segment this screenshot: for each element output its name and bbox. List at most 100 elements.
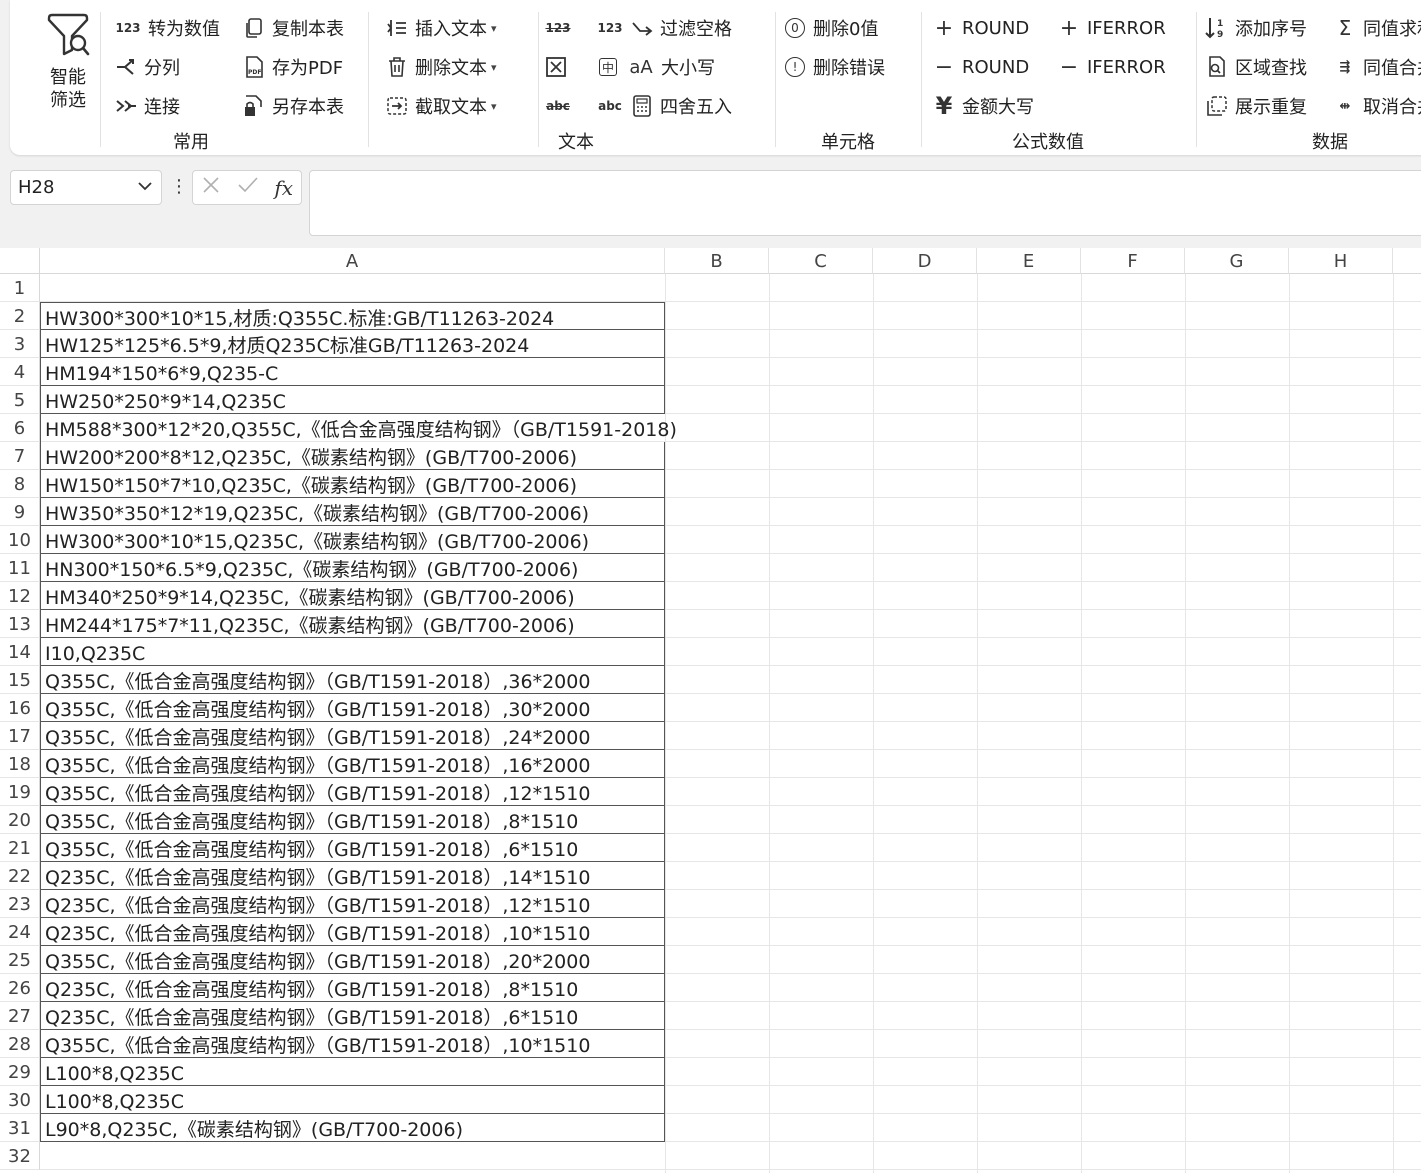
cell-a[interactable]: L90*8,Q235C,《碳素结构钢》(GB/T700-2006) xyxy=(40,1114,665,1142)
cell-a[interactable]: Q235C,《低合金高强度结构钢》（GB/T1591-2018）,6*1510 xyxy=(40,1002,665,1030)
row-header[interactable]: 5 xyxy=(0,386,40,414)
row-header[interactable]: 22 xyxy=(0,862,40,890)
row-header[interactable]: 1 xyxy=(0,274,40,302)
select-all-corner[interactable] xyxy=(0,248,40,274)
case-button[interactable]: 中 aA 大小写 xyxy=(596,53,715,81)
column-header-f[interactable]: F xyxy=(1081,248,1185,274)
cell-a[interactable]: HM194*150*6*9,Q235-C xyxy=(40,358,665,386)
show-duplicates-button[interactable]: 展示重复 xyxy=(1205,92,1307,120)
save-sheet-as-button[interactable]: 另存本表 xyxy=(242,92,344,120)
iferror-remove-button[interactable]: − IFERROR xyxy=(1057,53,1166,81)
cell-a[interactable]: L100*8,Q235C xyxy=(40,1086,665,1114)
extract-text-dropdown[interactable]: 截取文本 ▾ xyxy=(385,92,497,120)
clear-format-button[interactable] xyxy=(544,53,574,81)
spell-strike-button[interactable]: abc xyxy=(544,92,578,120)
column-header-c[interactable]: C xyxy=(769,248,873,274)
cancel-icon[interactable] xyxy=(201,175,221,200)
row-header[interactable]: 14 xyxy=(0,638,40,666)
row-header[interactable]: 13 xyxy=(0,610,40,638)
cell-a[interactable] xyxy=(40,1142,665,1170)
row-header[interactable]: 12 xyxy=(0,582,40,610)
filter-spaces-button[interactable]: 123 过滤空格 xyxy=(596,14,732,42)
row-header[interactable]: 19 xyxy=(0,778,40,806)
row-header[interactable]: 16 xyxy=(0,694,40,722)
cell-a[interactable]: HW350*350*12*19,Q235C,《碳素结构钢》(GB/T700-20… xyxy=(40,498,665,526)
row-header[interactable]: 32 xyxy=(0,1142,40,1170)
row-header[interactable]: 3 xyxy=(0,330,40,358)
column-header-e[interactable]: E xyxy=(977,248,1081,274)
cell-a[interactable]: Q355C,《低合金高强度结构钢》（GB/T1591-2018）,36*2000 xyxy=(40,666,665,694)
row-header[interactable]: 29 xyxy=(0,1058,40,1086)
copy-sheet-button[interactable]: 复制本表 xyxy=(242,14,344,42)
split-column-button[interactable]: 分列 xyxy=(114,53,180,81)
delete-zero-button[interactable]: 0 删除0值 xyxy=(785,14,878,42)
cell-a[interactable]: Q235C,《低合金高强度结构钢》（GB/T1591-2018）,12*1510 xyxy=(40,890,665,918)
row-header[interactable]: 9 xyxy=(0,498,40,526)
cell-a[interactable]: HW125*125*6.5*9,材质Q235C标准GB/T11263-2024 xyxy=(40,330,665,358)
row-header[interactable]: 30 xyxy=(0,1086,40,1114)
amount-uppercase-button[interactable]: ¥ 金额大写 xyxy=(932,92,1034,120)
cell-a[interactable]: HM244*175*7*11,Q235C,《碳素结构钢》(GB/T700-200… xyxy=(40,610,665,638)
row-header[interactable]: 21 xyxy=(0,834,40,862)
cell-a[interactable]: HW200*200*8*12,Q235C,《碳素结构钢》(GB/T700-200… xyxy=(40,442,665,470)
row-header[interactable]: 27 xyxy=(0,1002,40,1030)
insert-text-dropdown[interactable]: 插入文本 ▾ xyxy=(385,14,497,42)
row-header[interactable]: 31 xyxy=(0,1114,40,1142)
cell-a[interactable]: HW300*300*10*15,Q235C,《碳素结构钢》(GB/T700-20… xyxy=(40,526,665,554)
cell-a[interactable]: Q235C,《低合金高强度结构钢》（GB/T1591-2018）,14*1510 xyxy=(40,862,665,890)
row-header[interactable]: 10 xyxy=(0,526,40,554)
confirm-icon[interactable] xyxy=(237,175,259,200)
row-header[interactable]: 20 xyxy=(0,806,40,834)
add-serial-button[interactable]: 19 添加序号 xyxy=(1205,14,1307,42)
cell-a[interactable]: I10,Q235C xyxy=(40,638,665,666)
row-header[interactable]: 23 xyxy=(0,890,40,918)
row-header[interactable]: 4 xyxy=(0,358,40,386)
row-header[interactable]: 7 xyxy=(0,442,40,470)
range-lookup-button[interactable]: 区域查找 xyxy=(1205,53,1307,81)
column-header-b[interactable]: B xyxy=(665,248,769,274)
unmerge-button[interactable]: ⇹ 取消合并 xyxy=(1333,92,1421,120)
cell-a[interactable]: L100*8,Q235C xyxy=(40,1058,665,1086)
column-header-d[interactable]: D xyxy=(873,248,977,274)
formula-input[interactable] xyxy=(309,170,1421,236)
cell-a[interactable]: HW250*250*9*14,Q235C xyxy=(40,386,665,414)
cell-a[interactable]: Q355C,《低合金高强度结构钢》（GB/T1591-2018）,12*1510 xyxy=(40,778,665,806)
cell-a[interactable]: Q355C,《低合金高强度结构钢》（GB/T1591-2018）,20*2000 xyxy=(40,946,665,974)
cell-a[interactable]: Q355C,《低合金高强度结构钢》（GB/T1591-2018）,6*1510 xyxy=(40,834,665,862)
more-options-icon[interactable]: ⋮ xyxy=(170,176,188,197)
cell-a[interactable]: HM588*300*12*20,Q355C,《低合金高强度结构钢》（GB/T15… xyxy=(40,414,677,442)
cell-a[interactable]: HW150*150*7*10,Q235C,《碳素结构钢》(GB/T700-200… xyxy=(40,470,665,498)
cell-a[interactable]: Q355C,《低合金高强度结构钢》（GB/T1591-2018）,16*2000 xyxy=(40,750,665,778)
delete-errors-button[interactable]: ! 删除错误 xyxy=(785,53,885,81)
delete-text-dropdown[interactable]: 删除文本 ▾ xyxy=(385,53,497,81)
column-header-a[interactable]: A xyxy=(40,248,665,274)
round-add-button[interactable]: + ROUND xyxy=(932,14,1029,42)
cell-a[interactable]: Q235C,《低合金高强度结构钢》（GB/T1591-2018）,8*1510 xyxy=(40,974,665,1002)
cell-a[interactable]: HN300*150*6.5*9,Q235C,《碳素结构钢》(GB/T700-20… xyxy=(40,554,665,582)
row-header[interactable]: 26 xyxy=(0,974,40,1002)
row-header[interactable]: 6 xyxy=(0,414,40,442)
row-header[interactable]: 28 xyxy=(0,1030,40,1058)
cell-a[interactable]: Q355C,《低合金高强度结构钢》（GB/T1591-2018）,10*1510 xyxy=(40,1030,665,1058)
cell-a[interactable]: Q355C,《低合金高强度结构钢》（GB/T1591-2018）,8*1510 xyxy=(40,806,665,834)
cell-a[interactable]: Q355C,《低合金高强度结构钢》（GB/T1591-2018）,24*2000 xyxy=(40,722,665,750)
row-header[interactable]: 15 xyxy=(0,666,40,694)
cell-a[interactable] xyxy=(40,274,665,302)
name-box[interactable]: H28 xyxy=(10,170,162,205)
save-as-pdf-button[interactable]: PDF 存为PDF xyxy=(242,53,343,81)
iferror-add-button[interactable]: + IFERROR xyxy=(1057,14,1166,42)
row-header[interactable]: 24 xyxy=(0,918,40,946)
row-header[interactable]: 25 xyxy=(0,946,40,974)
row-header[interactable]: 11 xyxy=(0,554,40,582)
smart-filter-button[interactable]: 智能 筛选 xyxy=(38,12,98,117)
same-value-merge-button[interactable]: ⇶ 同值合并 xyxy=(1333,53,1421,81)
round-remove-button[interactable]: − ROUND xyxy=(932,53,1029,81)
same-value-sum-button[interactable]: Σ 同值求和 xyxy=(1333,14,1421,42)
text-to-number-button[interactable]: 123 xyxy=(544,14,578,42)
row-header[interactable]: 8 xyxy=(0,470,40,498)
row-header[interactable]: 17 xyxy=(0,722,40,750)
connect-button[interactable]: 连接 xyxy=(114,92,180,120)
chevron-down-icon[interactable] xyxy=(137,178,153,198)
cell-a[interactable]: HW300*300*10*15,材质:Q355C.标准:GB/T11263-20… xyxy=(40,302,665,330)
column-header-g[interactable]: G xyxy=(1185,248,1289,274)
